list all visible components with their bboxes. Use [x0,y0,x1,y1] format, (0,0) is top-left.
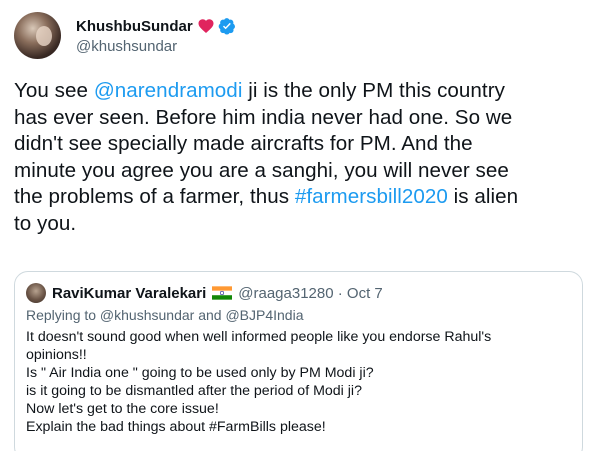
verified-badge-icon [218,18,235,35]
quoted-tweet-body: It doesn't sound good when well informed… [26,328,566,436]
mention-link[interactable]: @narendramodi [94,79,243,102]
quoted-tweet[interactable]: RaviKumar Varalekari @raaga31280 · Oct 7… [14,271,583,451]
tweet: KhushbuSundar @khushsundar You see @nare… [0,0,598,451]
quoted-body-line: It doesn't sound good when well informed… [26,329,492,345]
quoted-body-line: Now let's get to the core issue! [26,401,219,417]
quoted-author-name: RaviKumar Varalekari [52,284,207,302]
replying-to: Replying to @khushsundar and @BJP4India [26,307,304,323]
quoted-author-avatar [26,283,46,303]
quoted-body-line: Explain the bad things about #FarmBills … [26,419,326,435]
quoted-body-line: Is " Air India one " going to be used on… [26,365,374,381]
quoted-tweet-date: Oct 7 [346,284,383,302]
quoted-body-line: opinions!! [26,347,87,363]
author-avatar[interactable] [14,12,61,59]
author-handle[interactable]: @khushsundar [76,38,177,55]
tweet-text-part: You see [14,79,94,102]
quoted-tweet-header: RaviKumar Varalekari @raaga31280 · Oct 7 [52,283,383,303]
red-heart-icon [198,19,214,33]
author-display-name[interactable]: KhushbuSundar [76,18,193,35]
hashtag-link[interactable]: #farmersbill2020 [295,185,448,208]
author-name-row: KhushbuSundar [76,15,236,37]
tweet-text: You see @narendramodi ji is the only PM … [14,78,589,237]
india-flag-icon [212,286,233,300]
quoted-body-line: is it going to be dismantled after the p… [26,383,362,399]
quoted-author-handle: @raaga31280 [238,284,334,302]
meta-separator: · [333,284,347,302]
